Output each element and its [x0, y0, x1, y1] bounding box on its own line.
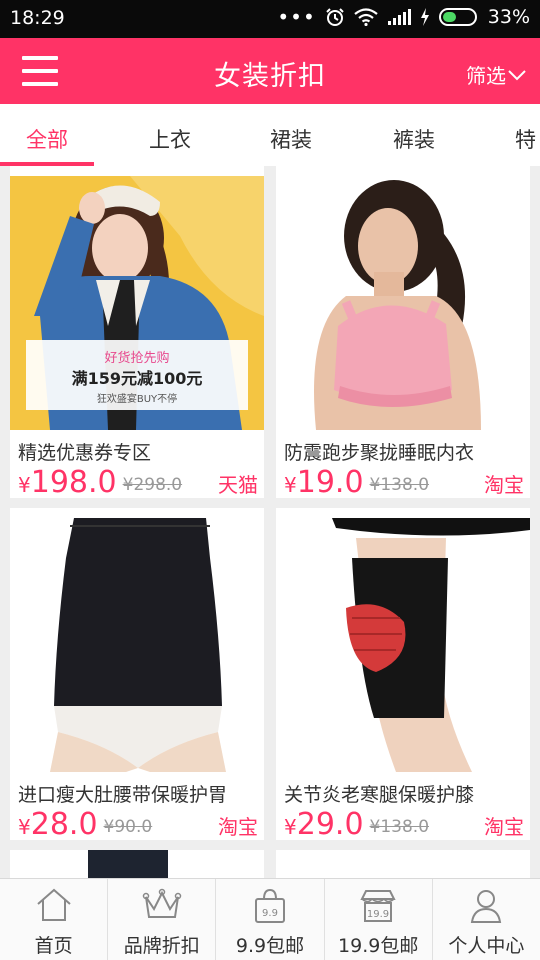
product-title: 进口瘦大肚腰带保暖护胃 — [18, 784, 228, 806]
shop-tag: 淘宝 — [484, 473, 524, 497]
user-icon — [471, 890, 502, 923]
product-card[interactable]: 好货抢先购 满159元减100元 狂欢盛宴BUY不停 精选优惠券专区 ¥198.… — [10, 166, 264, 500]
currency-symbol: ¥ — [18, 473, 31, 497]
shop-tag: 淘宝 — [484, 815, 524, 839]
more-dots-icon: ••• — [277, 5, 316, 29]
currency-symbol: ¥ — [284, 473, 297, 497]
shop-tag: 淘宝 — [218, 815, 258, 839]
signal-icon — [387, 9, 411, 25]
product-price: ¥29.0 ¥138.0 — [284, 808, 429, 844]
price-value: 19.0 — [296, 465, 364, 500]
alarm-icon — [326, 8, 344, 26]
nav-brand-discount[interactable]: 品牌折扣 — [108, 879, 217, 960]
filter-button[interactable]: 筛选 — [466, 60, 526, 89]
bottom-nav: 首页 品牌折扣 9.9 9.9包邮 19.9 19.9包邮 个人中心 — [0, 878, 540, 960]
page-title: 女装折扣 — [214, 61, 326, 92]
tab-tops[interactable]: 上衣 — [149, 124, 191, 154]
svg-text:19.9: 19.9 — [367, 909, 389, 920]
charging-icon — [420, 8, 429, 26]
shop-tag: 天猫 — [218, 473, 258, 497]
nav-label: 品牌折扣 — [123, 935, 200, 957]
category-tabs: 全部 上衣 裙装 裤装 特 — [0, 104, 540, 166]
original-price: ¥298.0 — [122, 475, 183, 495]
price-row: ¥19.0 ¥138.0 淘宝 — [284, 466, 524, 502]
price-row: ¥28.0 ¥90.0 淘宝 — [18, 808, 258, 844]
product-image — [10, 518, 264, 772]
nav-19-9-free-shipping[interactable]: 19.9 19.9包邮 — [325, 879, 433, 960]
status-bar: 18:29 ••• 33% — [0, 0, 540, 38]
wifi-icon — [354, 8, 378, 26]
product-image — [276, 176, 530, 430]
banner-line1: 好货抢先购 — [104, 350, 169, 366]
product-title: 防震跑步聚拢睡眠内衣 — [284, 442, 475, 464]
crown-icon — [142, 888, 182, 918]
product-price: ¥19.0 ¥138.0 — [284, 466, 429, 502]
original-price: ¥90.0 — [103, 817, 153, 837]
nav-9-9-free-shipping[interactable]: 9.9 9.9包邮 — [216, 879, 325, 960]
tab-skirts[interactable]: 裙装 — [270, 124, 312, 154]
banner-line3: 狂欢盛宴BUY不停 — [97, 392, 177, 405]
battery-icon — [438, 8, 477, 26]
currency-symbol: ¥ — [284, 815, 297, 839]
nav-profile[interactable]: 个人中心 — [433, 879, 540, 960]
price-row: ¥29.0 ¥138.0 淘宝 — [284, 808, 524, 844]
product-card[interactable] — [276, 850, 530, 878]
product-price: ¥28.0 ¥90.0 — [18, 808, 152, 844]
chevron-down-icon — [508, 69, 526, 80]
bag-icon: 9.9 — [255, 888, 285, 923]
price-value: 28.0 — [30, 807, 98, 842]
product-card[interactable]: 防震跑步聚拢睡眠内衣 ¥19.0 ¥138.0 淘宝 — [276, 166, 530, 500]
product-grid: 好货抢先购 满159元减100元 狂欢盛宴BUY不停 精选优惠券专区 ¥198.… — [0, 166, 540, 878]
home-icon — [36, 888, 71, 921]
status-time: 18:29 — [10, 7, 65, 29]
price-value: 29.0 — [296, 807, 364, 842]
tab-special[interactable]: 特 — [515, 124, 536, 154]
product-title: 精选优惠券专区 — [18, 442, 152, 464]
original-price: ¥138.0 — [369, 475, 430, 495]
product-card[interactable]: 进口瘦大肚腰带保暖护胃 ¥28.0 ¥90.0 淘宝 — [10, 508, 264, 842]
product-card[interactable] — [10, 850, 264, 878]
price-value: 198.0 — [30, 465, 117, 500]
nav-home[interactable]: 首页 — [0, 879, 109, 960]
product-image — [10, 850, 264, 878]
nav-label: 9.9包邮 — [235, 935, 305, 957]
product-card[interactable]: 关节炎老寒腿保暖护膝 ¥29.0 ¥138.0 淘宝 — [276, 508, 530, 842]
banner-line2: 满159元减100元 — [72, 369, 203, 388]
svg-text:9.9: 9.9 — [262, 908, 278, 919]
nav-label: 19.9包邮 — [338, 935, 419, 957]
price-row: ¥198.0 ¥298.0 天猫 — [18, 466, 258, 502]
battery-percent: 33% — [487, 6, 530, 28]
nav-label: 首页 — [34, 935, 73, 957]
tab-pants[interactable]: 裤装 — [393, 124, 435, 154]
nav-label: 个人中心 — [448, 935, 525, 957]
product-image: 好货抢先购 满159元减100元 狂欢盛宴BUY不停 — [10, 176, 264, 430]
status-icons: ••• 33% — [277, 6, 530, 28]
filter-label: 筛选 — [466, 64, 506, 88]
original-price: ¥138.0 — [369, 817, 430, 837]
product-price: ¥198.0 ¥298.0 — [18, 466, 182, 502]
product-image — [276, 518, 530, 772]
tab-all[interactable]: 全部 — [26, 124, 68, 154]
app-header: 女装折扣 筛选 — [0, 38, 540, 104]
store-icon: 19.9 — [360, 890, 396, 922]
currency-symbol: ¥ — [18, 815, 31, 839]
product-title: 关节炎老寒腿保暖护膝 — [284, 784, 475, 806]
